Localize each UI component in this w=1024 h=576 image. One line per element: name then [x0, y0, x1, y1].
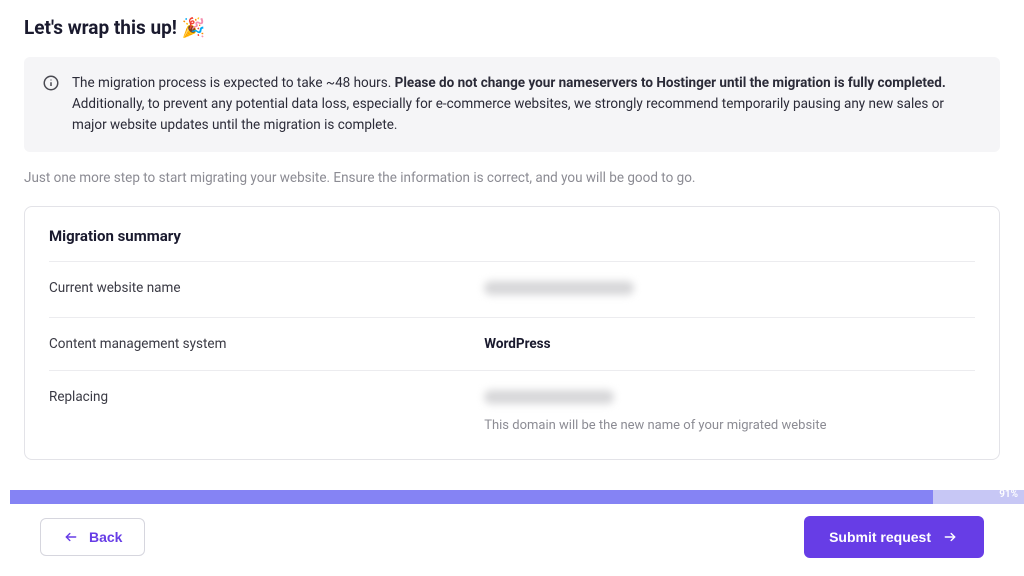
summary-value-cms: WordPress	[484, 336, 550, 352]
info-lead: The migration process is expected to tak…	[72, 75, 395, 91]
intro-text: Just one more step to start migrating yo…	[24, 170, 1000, 186]
info-bold: Please do not change your nameservers to…	[395, 75, 946, 91]
summary-label-replacing: Replacing	[49, 389, 484, 405]
summary-row-website: Current website name	[49, 262, 975, 318]
website-name-redacted	[484, 281, 634, 295]
summary-label-cms: Content management system	[49, 336, 484, 352]
submit-request-button[interactable]: Submit request	[804, 516, 984, 558]
progress-label: 91%	[999, 489, 1018, 500]
migration-summary-card: Migration summary Current website name C…	[24, 206, 1000, 460]
info-banner: The migration process is expected to tak…	[24, 57, 1000, 152]
info-tail: Additionally, to prevent any potential d…	[72, 96, 944, 133]
summary-row-replacing: Replacing This domain will be the new na…	[49, 371, 975, 437]
summary-label-website: Current website name	[49, 280, 484, 296]
summary-heading: Migration summary	[49, 227, 975, 262]
replacing-domain-redacted	[484, 390, 614, 404]
page-title: Let's wrap this up! 🎉	[24, 16, 1000, 39]
arrow-left-icon	[63, 530, 79, 544]
footer-actions: Back Submit request	[0, 500, 1024, 576]
arrow-right-icon	[941, 530, 959, 544]
submit-button-label: Submit request	[829, 529, 931, 545]
replacing-subtext: This domain will be the new name of your…	[484, 418, 975, 433]
summary-row-cms: Content management system WordPress	[49, 318, 975, 371]
info-text: The migration process is expected to tak…	[72, 73, 982, 136]
back-button-label: Back	[89, 529, 122, 545]
info-icon	[42, 73, 60, 92]
back-button[interactable]: Back	[40, 518, 145, 556]
